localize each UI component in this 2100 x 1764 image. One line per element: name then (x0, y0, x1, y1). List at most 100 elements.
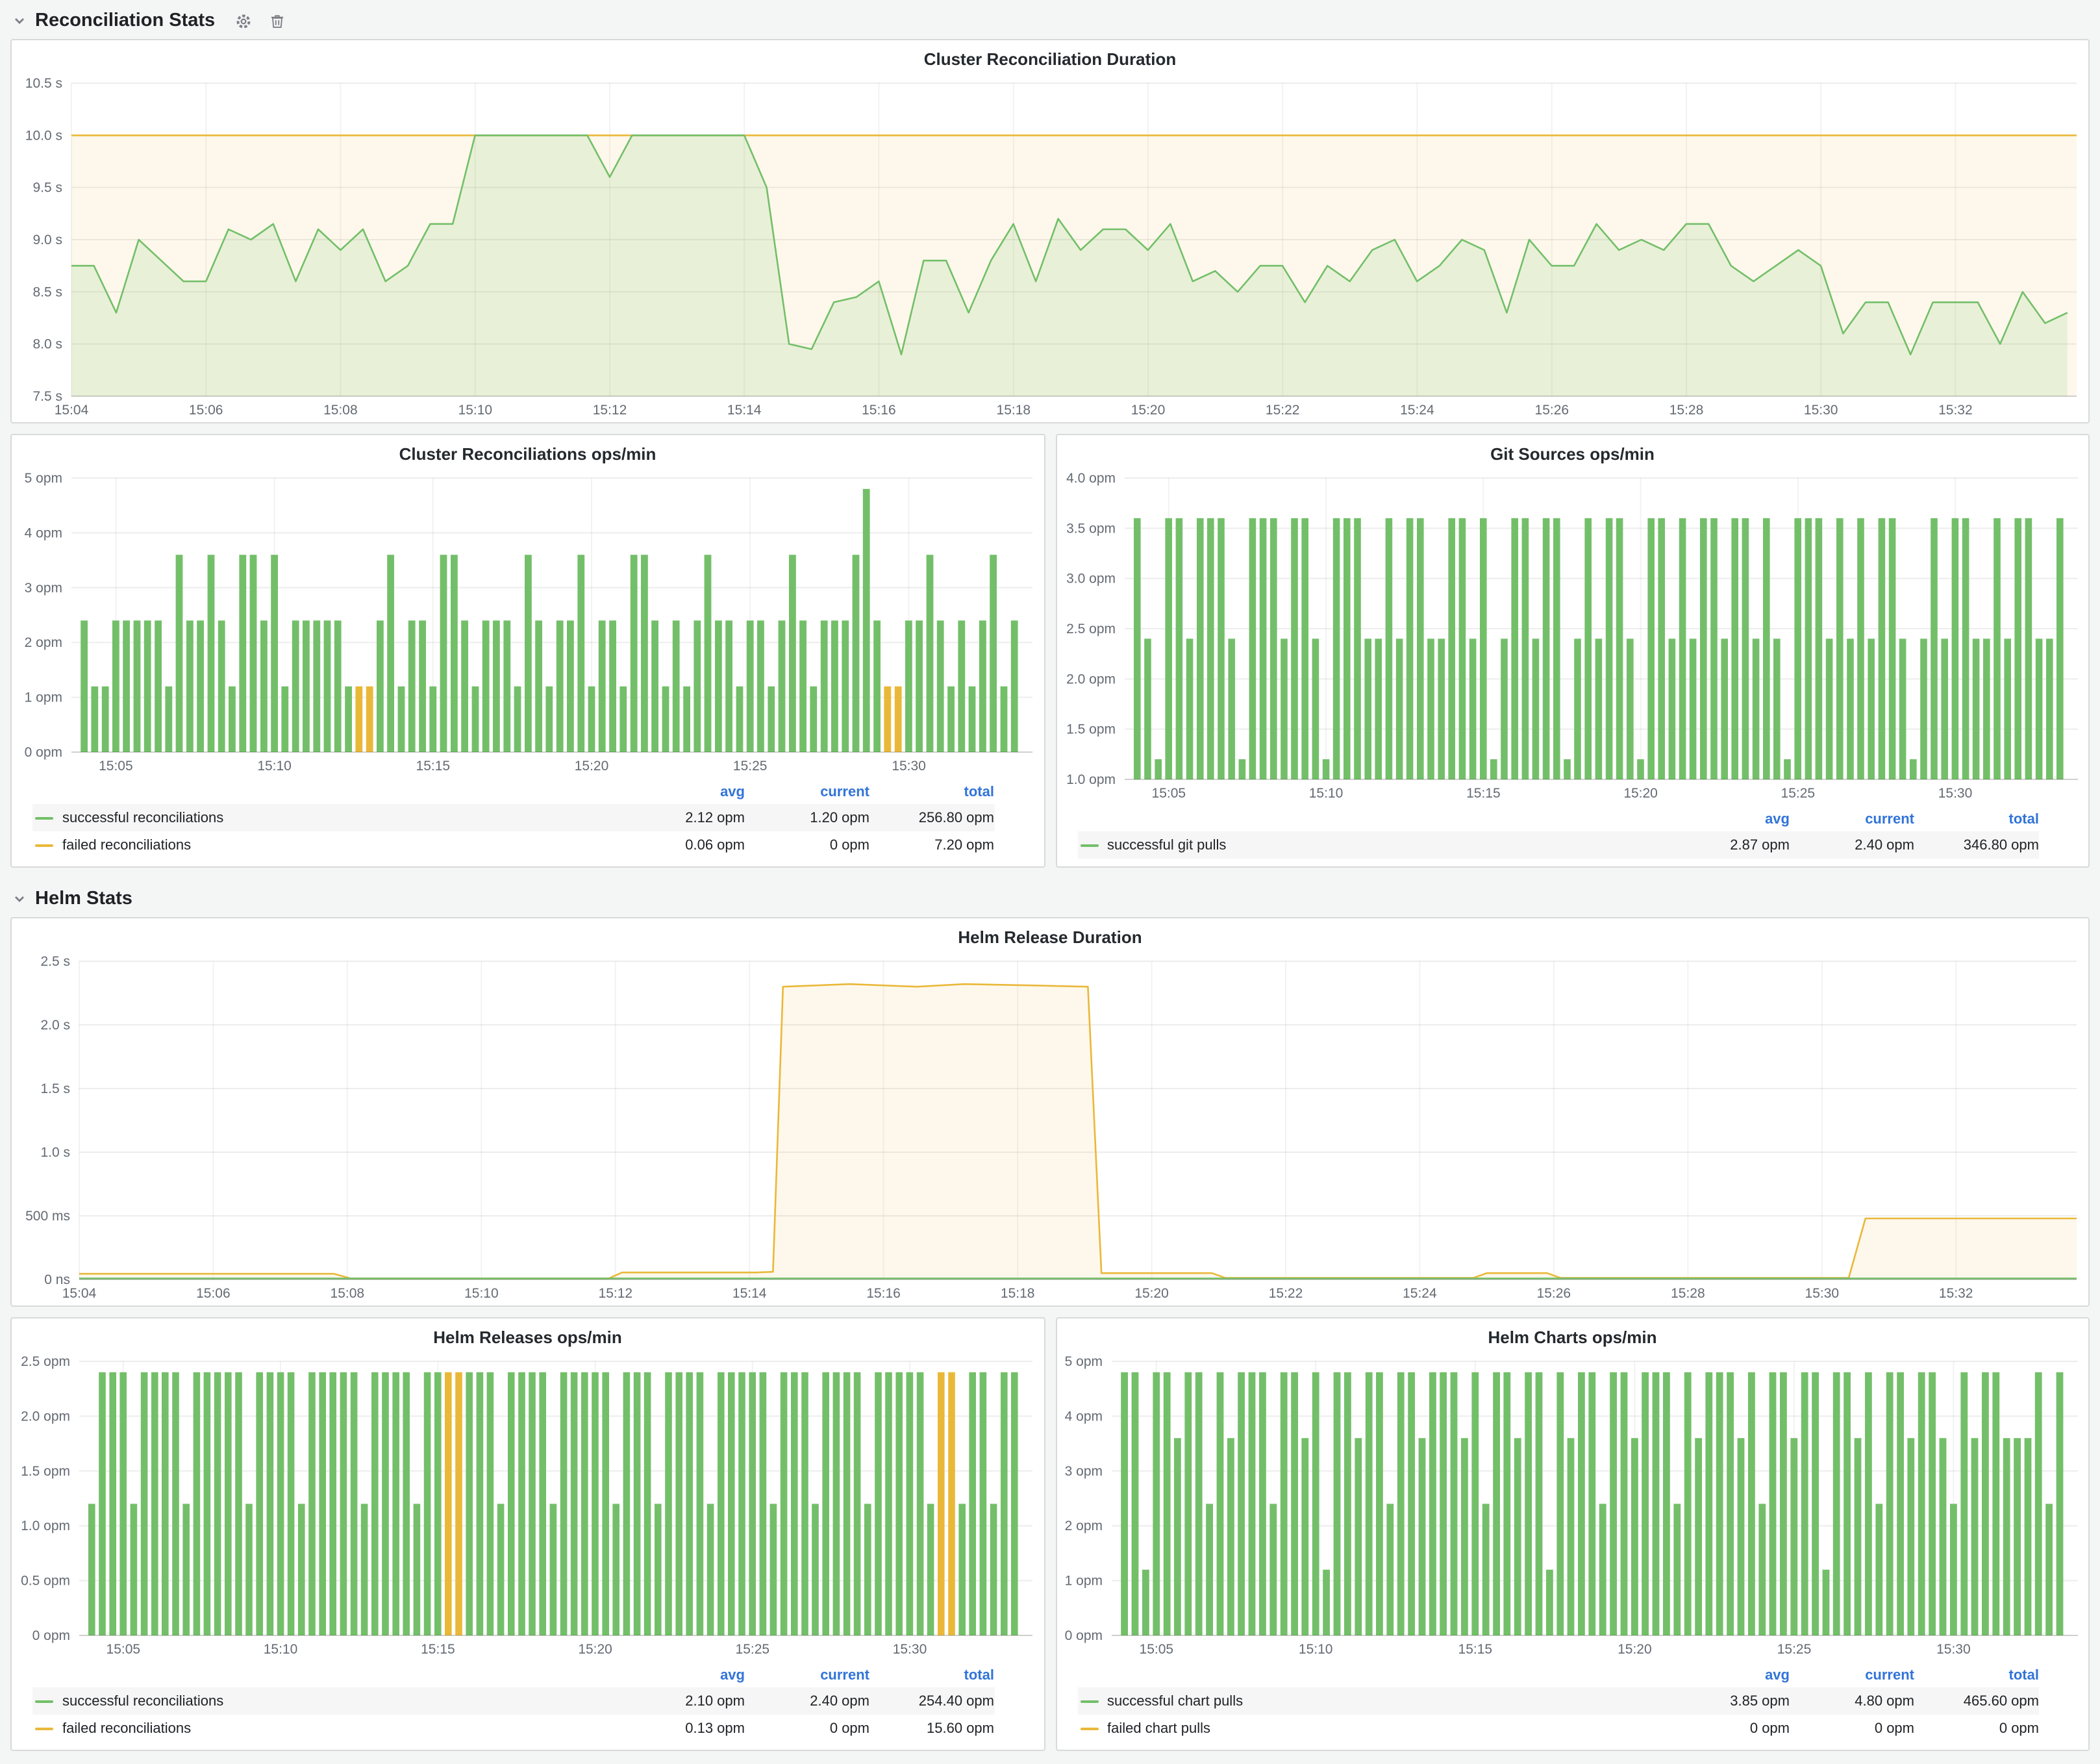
legend-row-failed-reconciliations[interactable]: failed reconciliations 0.13 opm 0 opm 15… (32, 1715, 994, 1742)
svg-text:2 opm: 2 opm (1064, 1518, 1102, 1533)
legend-total-value: 256.80 opm (869, 810, 994, 825)
legend-col-total[interactable]: total (1914, 812, 2039, 827)
svg-text:15:12: 15:12 (599, 1286, 633, 1301)
svg-text:15:05: 15:05 (1151, 786, 1186, 801)
chevron-down-icon[interactable] (13, 892, 26, 905)
svg-text:15:06: 15:06 (196, 1286, 231, 1301)
legend-row-successful-chart-pulls[interactable]: successful chart pulls 3.85 opm 4.80 opm… (1077, 1687, 2039, 1715)
legend-col-avg[interactable]: avg (620, 785, 745, 800)
row-reconciliation-charts: Cluster Reconciliations ops/min 0 opm1 o… (10, 434, 2090, 868)
svg-text:2.5 s: 2.5 s (40, 954, 70, 969)
helm-charts-opm-chart[interactable]: 0 opm1 opm2 opm3 opm4 opm5 opm15:0515:10… (1056, 1348, 2088, 1661)
svg-text:15:25: 15:25 (736, 1642, 770, 1657)
svg-text:1.5 opm: 1.5 opm (21, 1464, 70, 1479)
panel-title[interactable]: Cluster Reconciliation Duration (12, 40, 2088, 70)
svg-text:7.5 s: 7.5 s (32, 389, 62, 404)
svg-text:15:10: 15:10 (458, 403, 493, 418)
legend-col-current[interactable]: current (745, 1668, 869, 1683)
svg-text:15:26: 15:26 (1535, 403, 1569, 418)
svg-text:0.5 opm: 0.5 opm (21, 1574, 70, 1589)
svg-text:5 opm: 5 opm (25, 471, 62, 486)
svg-text:2.0 s: 2.0 s (40, 1018, 70, 1033)
panel-title[interactable]: Git Sources ops/min (1056, 435, 2088, 465)
legend-col-total[interactable]: total (1914, 1668, 2039, 1683)
chevron-down-icon[interactable] (13, 14, 26, 27)
legend-label[interactable]: successful reconciliations (62, 810, 620, 825)
legend-col-current[interactable]: current (1790, 1668, 1914, 1683)
svg-text:1.0 s: 1.0 s (40, 1145, 70, 1160)
chart-svg: 1.0 opm1.5 opm2.0 opm2.5 opm3.0 opm3.5 o… (1056, 465, 2089, 805)
svg-text:15:16: 15:16 (866, 1286, 901, 1301)
dashboard: Reconciliation Stats Cluster Reconciliat… (0, 0, 2100, 1764)
legend-header: avg current total (1077, 1664, 2039, 1687)
svg-text:15:25: 15:25 (733, 759, 768, 774)
legend-header: avg current total (32, 1664, 994, 1687)
svg-text:15:22: 15:22 (1266, 403, 1300, 418)
svg-text:15:30: 15:30 (1805, 1286, 1840, 1301)
chart-svg: 0 opm1 opm2 opm3 opm4 opm5 opm15:0515:10… (1056, 1348, 2089, 1661)
cluster-reconciliations-opm-chart[interactable]: 0 opm1 opm2 opm3 opm4 opm5 opm15:0515:10… (12, 465, 1044, 778)
cluster-reconciliation-duration-chart[interactable]: 7.5 s8.0 s8.5 s9.0 s9.5 s10.0 s10.5 s15:… (12, 70, 2088, 422)
legend-row-failed-chart-pulls[interactable]: failed chart pulls 0 opm 0 opm 0 opm (1077, 1715, 2039, 1742)
svg-text:8.0 s: 8.0 s (32, 337, 62, 352)
svg-text:1.0 opm: 1.0 opm (21, 1518, 70, 1533)
legend-label[interactable]: successful reconciliations (62, 1693, 620, 1709)
svg-text:15:18: 15:18 (997, 403, 1031, 418)
legend-avg-value: 2.87 opm (1665, 837, 1790, 853)
legend-row-failed-reconciliations[interactable]: failed reconciliations 0.06 opm 0 opm 7.… (32, 831, 994, 859)
series-color-swatch (35, 1700, 53, 1702)
gear-icon[interactable] (234, 12, 251, 29)
legend-col-avg[interactable]: avg (620, 1668, 745, 1683)
legend-label[interactable]: successful git pulls (1107, 837, 1665, 853)
svg-text:3 opm: 3 opm (25, 581, 62, 596)
svg-text:15:08: 15:08 (323, 403, 358, 418)
svg-text:15:20: 15:20 (1131, 403, 1166, 418)
legend-col-current[interactable]: current (745, 785, 869, 800)
chart-svg: 0 ns500 ms1.0 s1.5 s2.0 s2.5 s15:0415:06… (12, 948, 2088, 1305)
panel-cluster-reconciliation-duration: Cluster Reconciliation Duration 7.5 s 8.0… (10, 39, 2090, 423)
legend-col-total[interactable]: total (869, 1668, 994, 1683)
legend-label[interactable]: successful chart pulls (1107, 1693, 1665, 1709)
svg-text:15:20: 15:20 (1134, 1286, 1169, 1301)
legend-col-avg[interactable]: avg (1665, 812, 1790, 827)
svg-text:15:30: 15:30 (1938, 786, 1972, 801)
panel-title[interactable]: Cluster Reconciliations ops/min (12, 435, 1044, 465)
svg-text:15:22: 15:22 (1269, 1286, 1303, 1301)
svg-text:15:04: 15:04 (62, 1286, 97, 1301)
legend-label[interactable]: failed reconciliations (62, 1720, 620, 1736)
svg-text:15:06: 15:06 (189, 403, 223, 418)
svg-text:15:20: 15:20 (1617, 1642, 1651, 1657)
svg-text:4.0 opm: 4.0 opm (1066, 471, 1115, 486)
legend-label[interactable]: failed reconciliations (62, 837, 620, 853)
legend-row-successful-reconciliations[interactable]: successful reconciliations 2.12 opm 1.20… (32, 804, 994, 831)
section-title[interactable]: Helm Stats (35, 888, 132, 909)
legend-current-value: 0 opm (745, 1720, 869, 1736)
legend-col-avg[interactable]: avg (1665, 1668, 1790, 1683)
panel-title[interactable]: Helm Release Duration (12, 918, 2088, 948)
section-header-reconciliation-stats: Reconciliation Stats (0, 0, 2100, 39)
panel-title[interactable]: Helm Charts ops/min (1056, 1318, 2088, 1348)
legend-avg-value: 0 opm (1665, 1720, 1790, 1736)
legend-row-successful-git-pulls[interactable]: successful git pulls 2.87 opm 2.40 opm 3… (1077, 831, 2039, 859)
helm-releases-opm-chart[interactable]: 0 opm0.5 opm1.0 opm1.5 opm2.0 opm2.5 opm… (12, 1348, 1044, 1661)
git-sources-opm-chart[interactable]: 1.0 opm1.5 opm2.0 opm2.5 opm3.0 opm3.5 o… (1056, 465, 2088, 805)
row-helm-charts: Helm Releases ops/min 0 opm 0.5 opm 1.0 op… (10, 1317, 2090, 1751)
svg-text:1 opm: 1 opm (25, 690, 62, 705)
panel-title[interactable]: Helm Releases ops/min (12, 1318, 1044, 1348)
legend-col-current[interactable]: current (1790, 812, 1914, 827)
panel-helm-charts-opm: Helm Charts ops/min 0 opm1 opm2 opm3 opm… (1055, 1317, 2090, 1751)
legend-row-successful-reconciliations[interactable]: successful reconciliations 2.10 opm 2.40… (32, 1687, 994, 1715)
section-title[interactable]: Reconciliation Stats (35, 10, 215, 31)
helm-release-duration-chart[interactable]: 0 ns500 ms1.0 s1.5 s2.0 s2.5 s15:0415:06… (12, 948, 2088, 1305)
legend-label[interactable]: failed chart pulls (1107, 1720, 1665, 1736)
series-color-swatch (35, 816, 53, 819)
legend-col-total[interactable]: total (869, 785, 994, 800)
legend-header: avg current total (32, 781, 994, 804)
svg-text:15:05: 15:05 (1139, 1642, 1173, 1657)
panel-cluster-reconciliations-opm: Cluster Reconciliations ops/min 0 opm1 o… (10, 434, 1045, 868)
svg-text:0 opm: 0 opm (1064, 1628, 1102, 1643)
svg-text:8.5 s: 8.5 s (32, 284, 62, 299)
trash-icon[interactable] (268, 12, 285, 29)
series-color-swatch (35, 844, 53, 846)
svg-text:3.0 opm: 3.0 opm (1066, 572, 1115, 586)
